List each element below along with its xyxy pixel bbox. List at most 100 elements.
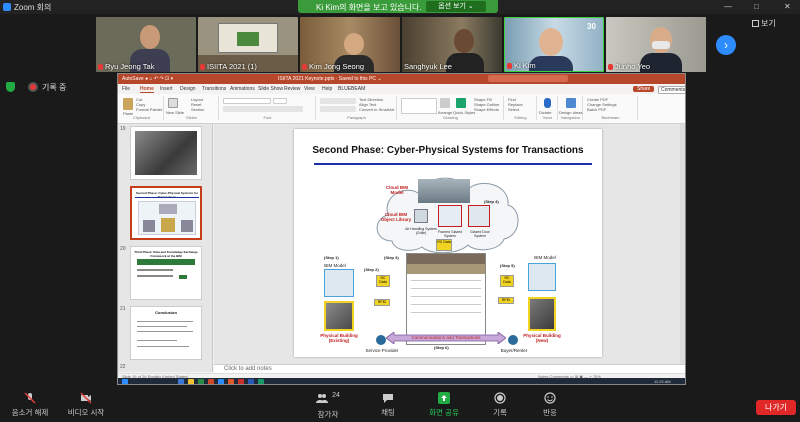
ppt-comments-button[interactable]: Comments <box>658 86 685 94</box>
participants-button[interactable]: 24 참가자 <box>298 392 358 420</box>
participant-tile[interactable]: Sanghyuk Lee <box>402 17 502 72</box>
shared-screen: AutoSave ● ⌂ ↶ ↷ ⊡ ▾ ISIITA 2021 Keynote… <box>117 73 686 385</box>
mic-muted-icon <box>98 64 103 71</box>
rc-data-center: RC Data <box>436 239 452 251</box>
window-controls: — □ ✕ <box>710 0 800 14</box>
taskbar-app-icon[interactable] <box>228 379 234 384</box>
slide-thumbnail[interactable] <box>130 126 202 180</box>
shapes-gallery[interactable] <box>401 98 437 114</box>
tab-file[interactable]: File <box>122 86 130 92</box>
chat-button[interactable]: 채팅 <box>364 392 412 420</box>
leave-button[interactable]: 나가기 <box>756 400 796 415</box>
mic-muted-icon <box>200 64 205 71</box>
ppt-share-button[interactable]: Share <box>633 86 655 92</box>
tab-transitions[interactable]: Transitions <box>202 86 226 92</box>
chat-icon <box>383 394 393 403</box>
font-name-select[interactable] <box>223 98 271 104</box>
slide-title: Second Phase: Cyber-Physical Systems for… <box>312 145 584 156</box>
glazed-door-icon <box>468 205 490 227</box>
record-icon <box>494 392 506 404</box>
slide-thumbnail[interactable]: Conclusion <box>130 306 202 360</box>
font-format-buttons[interactable] <box>223 106 303 112</box>
mic-muted-icon <box>608 64 613 71</box>
tab-bluebeam[interactable]: BLUEBEAM <box>338 86 365 92</box>
windows-taskbar: 11:22 AM <box>118 378 685 384</box>
design-ideas-icon[interactable] <box>566 98 576 108</box>
zoom-toolbar: 음소거 해제 비디오 시작 24 참가자 채팅 화면 공유 기록 반응 나가기 <box>0 388 800 422</box>
taskbar-app-icon[interactable] <box>208 379 214 384</box>
section-button[interactable]: Section <box>191 107 204 112</box>
grid-icon <box>752 20 759 28</box>
font-size-select[interactable] <box>273 98 287 104</box>
participant-tile-active[interactable]: 30 Ki Kim <box>504 17 604 72</box>
notes-pane[interactable]: Click to add notes <box>214 364 685 373</box>
tab-design[interactable]: Design <box>180 86 196 92</box>
ribbon: Paste Cut Copy Format Painter Clipboard … <box>118 94 685 124</box>
taskbar-app-icon[interactable] <box>258 379 264 384</box>
format-painter-button[interactable]: Format Painter <box>136 107 162 112</box>
view-button[interactable]: 보기 <box>752 18 796 30</box>
reactions-button[interactable]: 반응 <box>526 392 574 420</box>
ppt-search-box[interactable] <box>488 75 568 82</box>
share-screen-button[interactable]: 화면 공유 <box>420 392 468 420</box>
current-slide[interactable]: Second Phase: Cyber-Physical Systems for… <box>294 129 602 357</box>
taskbar-app-icon[interactable] <box>218 379 224 384</box>
paste-icon[interactable] <box>123 98 133 110</box>
tab-review[interactable]: Review <box>284 86 300 92</box>
taskbar-app-icon[interactable] <box>178 379 184 384</box>
participant-tile[interactable]: ISIITA 2021 (1) <box>198 17 298 72</box>
smiley-icon <box>544 392 556 404</box>
taskbar-app-icon[interactable] <box>198 379 204 384</box>
close-button[interactable]: ✕ <box>784 2 791 11</box>
tab-help[interactable]: Help <box>322 86 332 92</box>
quick-styles-icon[interactable] <box>456 98 466 108</box>
cloud-bim-model-label: Cloud BIM Model <box>385 185 409 195</box>
microphone-icon[interactable] <box>544 98 551 108</box>
start-video-button[interactable]: 비디오 시작 <box>62 392 110 420</box>
participant-tile[interactable]: Kim Jong Seong <box>300 17 400 72</box>
minimize-button[interactable]: — <box>724 2 732 11</box>
align-buttons[interactable] <box>320 106 356 112</box>
shield-icon <box>6 82 15 92</box>
new-slide-icon[interactable] <box>168 98 178 108</box>
tab-insert[interactable]: Insert <box>160 86 173 92</box>
tab-animations[interactable]: Animations <box>230 86 255 92</box>
convert-smartart-button[interactable]: Convert to SmartArt <box>359 107 394 112</box>
slide-thumbnail-selected[interactable]: Second Phase: Cyber-Physical Systems for… <box>130 186 202 240</box>
shape-effects-button[interactable]: Shape Effects <box>474 107 499 112</box>
ribbon-group-drawing: Arrange Quick Styles Shape Fill Shape Ou… <box>398 96 504 120</box>
tab-home[interactable]: Home <box>140 86 154 93</box>
vertical-scrollbar[interactable] <box>680 124 685 364</box>
participant-tile[interactable]: Junho Yeo <box>606 17 706 72</box>
zoom-window: Zoom 회의 Ki Kim의 화면을 보고 있습니다. 옵션 보기 ⌄ — □… <box>0 0 800 422</box>
slide-thumbnail[interactable]: Third Phase: Data and Knowledge Exchange… <box>130 246 202 300</box>
record-button[interactable]: 기록 <box>476 392 524 420</box>
taskbar-app-icon[interactable] <box>188 379 194 384</box>
select-button[interactable]: Select <box>508 107 519 112</box>
unmute-button[interactable]: 음소거 해제 <box>6 392 54 420</box>
quick-access-toolbar[interactable]: AutoSave ● ⌂ ↶ ↷ ⊡ ▾ <box>122 76 173 82</box>
record-dot-icon <box>28 82 38 92</box>
next-page-arrow-icon[interactable]: › <box>716 35 736 55</box>
arrange-icon[interactable] <box>440 98 450 108</box>
buyer-renter-icon <box>508 335 518 345</box>
recording-label: 기록 중 <box>42 83 67 92</box>
cloud-bim-model-image <box>418 179 470 203</box>
taskbar-clock: 11:22 AM <box>654 379 671 384</box>
taskbar-app-icon[interactable] <box>238 379 244 384</box>
bim-model-left-image <box>324 269 354 297</box>
batch-pdf-button[interactable]: Batch PDF <box>587 107 606 112</box>
physical-building-existing-image <box>324 301 354 331</box>
view-options-button[interactable]: 옵션 보기 ⌄ <box>426 1 486 12</box>
tab-slide-show[interactable]: Slide Show <box>258 86 283 92</box>
bim-model-right-image <box>528 263 556 291</box>
tab-view[interactable]: View <box>304 86 315 92</box>
start-icon[interactable] <box>122 379 128 384</box>
view-button-label: 보기 <box>761 19 776 28</box>
participant-tile[interactable]: Ryu Jeong Tak <box>96 17 196 72</box>
ribbon-group-font: Font <box>220 96 316 120</box>
window-title: Zoom 회의 <box>14 3 52 12</box>
maximize-button[interactable]: □ <box>754 2 759 11</box>
list-buttons[interactable] <box>320 98 356 104</box>
taskbar-app-icon[interactable] <box>248 379 254 384</box>
